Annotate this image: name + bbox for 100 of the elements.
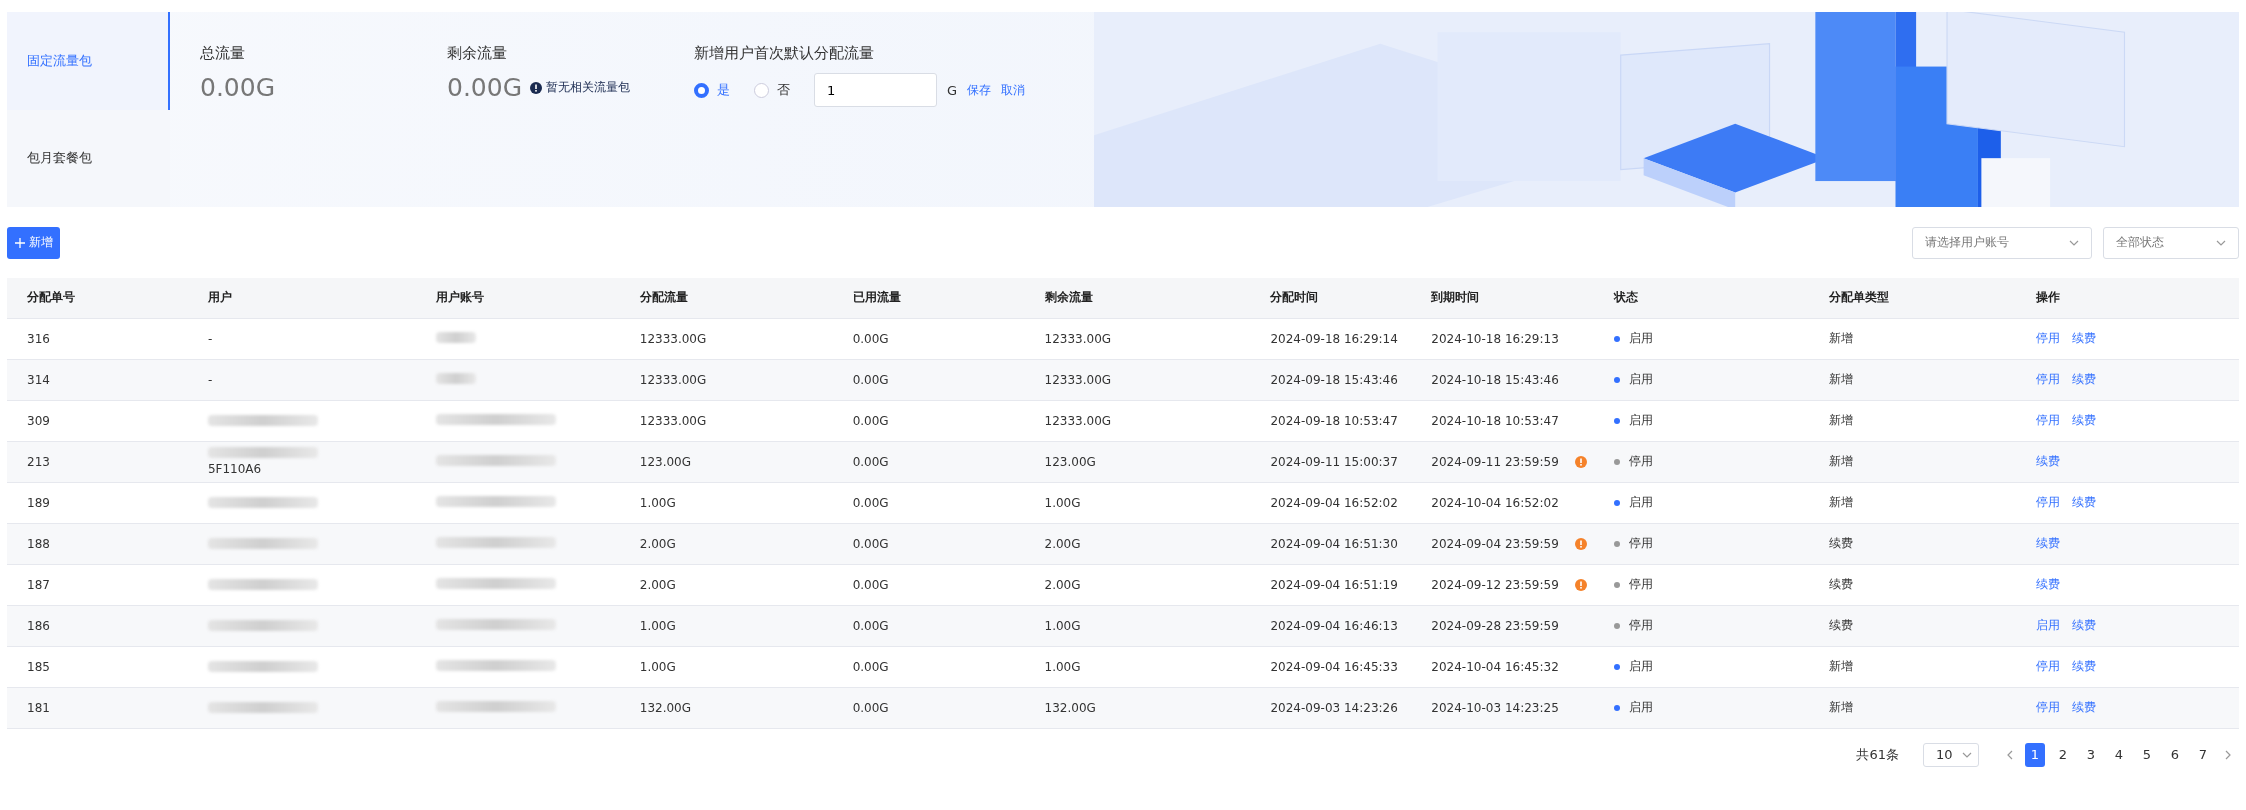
column-header: 到期时间 [1411,278,1595,318]
cancel-link[interactable]: 取消 [1001,81,1026,99]
table-cell: 2.00G [619,564,833,605]
table-cell: 2024-09-04 16:51:30 [1250,523,1412,564]
table-cell: 0.00G [832,564,1025,605]
page-button[interactable]: 6 [2165,742,2185,767]
action-link[interactable]: 续费 [2072,617,2097,634]
table-cell: 1.00G [1024,605,1251,646]
column-header: 分配流量 [619,278,833,318]
column-header: 用户账号 [415,278,620,318]
action-link[interactable]: 续费 [2036,453,2061,470]
table-cell: 2024-09-18 10:53:47 [1250,400,1412,441]
unit-label: G [947,82,958,98]
table-cell: 续费 [1809,564,2017,605]
table-cell: 188 [7,523,188,564]
action-link[interactable]: 停用 [2036,371,2061,388]
setting-label: 新增用户首次默认分配流量 [694,44,875,63]
table-cell: 1.00G [619,482,833,523]
table-cell: 2024-09-04 16:51:19 [1250,564,1412,605]
action-link[interactable]: 续费 [2072,371,2097,388]
page-button[interactable]: 3 [2081,742,2101,767]
table-cell: 2024-09-18 16:29:14 [1250,318,1412,359]
page-button[interactable]: 5 [2137,742,2157,767]
column-header: 用户 [187,278,416,318]
action-link[interactable]: 续费 [2072,412,2097,429]
table-cell: 314 [7,359,188,400]
action-link[interactable]: 续费 [2072,658,2097,675]
radio-button[interactable] [754,82,769,98]
table-cell: 0.00G [832,400,1025,441]
table-cell: 123.00G [619,441,833,482]
table-cell: 2024-09-04 23:59:59 [1431,536,1559,551]
status-text: 启用 [1629,494,1654,511]
table-cell: 新增 [1809,687,2017,728]
page-button[interactable]: 2 [2053,742,2073,767]
action-link[interactable]: 停用 [2036,330,2061,347]
radio-label: 是 [717,81,730,99]
table-cell: 2024-09-04 16:52:02 [1250,482,1412,523]
status-text: 停用 [1629,453,1654,470]
table-cell: 12333.00G [1024,318,1251,359]
table-cell: 新增 [1809,400,2017,441]
total-count: 共61条 [1856,745,1899,764]
status-text: 启用 [1629,658,1654,675]
table-cell: 2024-09-04 16:46:13 [1250,605,1412,646]
radio-button[interactable] [694,82,709,98]
column-header: 分配时间 [1250,278,1412,318]
column-header: 分配单号 [7,278,188,318]
action-link[interactable]: 续费 [2036,576,2061,593]
action-link[interactable]: 续费 [2072,699,2097,716]
action-link[interactable]: 启用 [2036,617,2061,634]
warning-icon [1574,455,1587,468]
table-cell: 1.00G [619,605,833,646]
table-cell: 2024-10-18 16:29:13 [1431,331,1559,346]
table-cell: 新增 [1809,441,2017,482]
action-link[interactable]: 续费 [2036,535,2061,552]
redacted-text [435,331,476,343]
status-text: 启用 [1629,371,1654,388]
warning-icon [1574,537,1587,550]
allocation-input[interactable]: 1 [814,73,937,107]
chevron-left-icon [2005,749,2015,760]
info-icon [530,81,543,94]
table-cell: 2024-10-18 15:43:46 [1431,372,1559,387]
table-cell: 0.00G [832,646,1025,687]
filter-select[interactable]: 全部状态 [2103,226,2239,259]
page-size-select[interactable]: 10 [1923,742,1979,767]
page-button[interactable]: 1 [2025,742,2045,767]
action-link[interactable]: 停用 [2036,412,2061,429]
status-text: 启用 [1629,699,1654,716]
page-button[interactable]: 4 [2109,742,2129,767]
table-cell: 0.00G [832,482,1025,523]
table-cell: 2024-10-04 16:45:32 [1431,659,1559,674]
table-cell: 新增 [1809,482,2017,523]
table-cell: 2024-09-04 16:45:33 [1250,646,1412,687]
table-cell: 12333.00G [619,359,833,400]
action-link[interactable]: 续费 [2072,330,2097,347]
radio-label: 否 [777,81,790,99]
save-link[interactable]: 保存 [967,81,992,99]
table-cell: 新增 [1809,646,2017,687]
package-tab[interactable]: 固定流量包 [7,12,170,110]
stat-label: 总流量 [200,44,246,63]
action-link[interactable]: 停用 [2036,658,2061,675]
table-cell: 0.00G [832,605,1025,646]
table-cell: - [207,331,213,346]
table-cell: 181 [7,687,188,728]
action-link[interactable]: 续费 [2072,494,2097,511]
page-button[interactable]: 7 [2193,742,2213,767]
add-button[interactable]: 新增 [7,226,60,259]
action-link[interactable]: 停用 [2036,699,2061,716]
column-header: 剩余流量 [1024,278,1251,318]
status-text: 停用 [1629,535,1654,552]
table-cell: 12333.00G [1024,400,1251,441]
table-cell: 2024-09-28 23:59:59 [1431,618,1559,633]
table-cell: 123.00G [1024,441,1251,482]
table-cell: 2.00G [1024,564,1251,605]
table-cell: 2.00G [1024,523,1251,564]
filter-select[interactable]: 请选择用户账号 [1912,226,2092,259]
table-cell: 新增 [1809,318,2017,359]
table-cell: 1.00G [1024,482,1251,523]
action-link[interactable]: 停用 [2036,494,2061,511]
chevron-right-icon [2223,749,2233,760]
table-cell: 132.00G [1024,687,1251,728]
